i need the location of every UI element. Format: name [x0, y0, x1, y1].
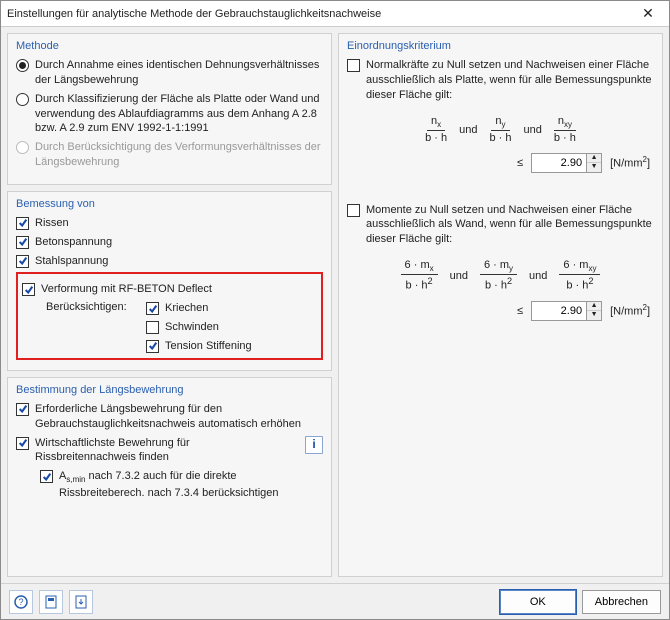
window-title: Einstellungen für analytische Methode de…: [7, 8, 633, 20]
check-rissen[interactable]: [16, 217, 29, 230]
load-defaults-icon[interactable]: [69, 590, 93, 614]
limit-moment-input[interactable]: [532, 302, 586, 320]
check-stahlspannung[interactable]: [16, 255, 29, 268]
label-tension-stiffening: Tension Stiffening: [165, 339, 252, 354]
design-legend: Bemessung von: [16, 198, 323, 210]
longitudinal-group: Bestimmung der Längsbewehrung Erforderli…: [7, 377, 332, 577]
check-economical[interactable]: [16, 437, 29, 450]
footer: ? OK Abbrechen: [1, 583, 669, 619]
label-schwinden: Schwinden: [165, 320, 219, 335]
limit-normal-input[interactable]: [532, 154, 586, 172]
spin-down-icon[interactable]: ▼: [587, 163, 601, 172]
check-tension-stiffening[interactable]: [146, 340, 159, 353]
check-asmin[interactable]: [40, 470, 53, 483]
check-normal-forces[interactable]: [347, 59, 360, 72]
formula-normal: nxb · h und nyb · h und nxyb · h: [347, 115, 654, 145]
consider-label: Berücksichtigen:: [46, 301, 140, 313]
label-deflect: Verformung mit RF-BETON Deflect: [41, 282, 212, 297]
spin-up-icon[interactable]: ▲: [587, 154, 601, 163]
method-radio-1[interactable]: [16, 59, 29, 72]
check-moments[interactable]: [347, 204, 360, 217]
spin-up-icon[interactable]: ▲: [587, 302, 601, 311]
method-label-1: Durch Annahme eines identischen Dehnungs…: [35, 58, 323, 88]
longitudinal-legend: Bestimmung der Längsbewehrung: [16, 384, 323, 396]
settings-dialog: Einstellungen für analytische Methode de…: [0, 0, 670, 620]
check-kriechen[interactable]: [146, 302, 159, 315]
label-stahlspannung: Stahlspannung: [35, 254, 108, 269]
method-label-2: Durch Klassifizierung der Fläche als Pla…: [35, 92, 323, 137]
label-rissen: Rissen: [35, 216, 69, 231]
check-betonspannung[interactable]: [16, 236, 29, 249]
info-icon[interactable]: i: [305, 436, 323, 454]
label-betonspannung: Betonspannung: [35, 235, 112, 250]
help-icon[interactable]: ?: [9, 590, 33, 614]
label-economical: Wirtschaftlichste Bewehrung für Rissbrei…: [35, 436, 293, 466]
label-auto-increase: Erforderliche Längsbewehrung für den Geb…: [35, 402, 323, 432]
check-auto-increase[interactable]: [16, 403, 29, 416]
method-legend: Methode: [16, 40, 323, 52]
close-icon[interactable]: ✕: [633, 4, 663, 24]
label-kriechen: Kriechen: [165, 301, 208, 316]
method-radio-3: [16, 141, 29, 154]
formula-moments: 6 · mxb · h2 und 6 · myb · h2 und 6 · mx…: [347, 259, 654, 293]
design-group: Bemessung von Rissen Betonspannung Stahl…: [7, 191, 332, 371]
unit-2: [N/mm2]: [610, 303, 650, 318]
classification-legend: Einordnungskriterium: [347, 40, 654, 52]
svg-text:?: ?: [18, 597, 23, 607]
save-defaults-icon[interactable]: [39, 590, 63, 614]
check-schwinden[interactable]: [146, 321, 159, 334]
content-area: Methode Durch Annahme eines identischen …: [1, 27, 669, 583]
label-moments: Momente zu Null setzen und Nachweisen ei…: [366, 203, 654, 248]
spin-down-icon[interactable]: ▼: [587, 311, 601, 320]
method-radio-2[interactable]: [16, 93, 29, 106]
ok-button[interactable]: OK: [500, 590, 576, 614]
method-group: Methode Durch Annahme eines identischen …: [7, 33, 332, 185]
label-asmin: As,min nach 7.3.2 auch für die direkte R…: [59, 469, 323, 501]
titlebar: Einstellungen für analytische Methode de…: [1, 1, 669, 27]
unit-1: [N/mm2]: [610, 155, 650, 170]
classification-group: Einordnungskriterium Normalkräfte zu Nul…: [338, 33, 663, 577]
leq-1: ≤: [517, 157, 523, 169]
leq-2: ≤: [517, 305, 523, 317]
deflect-highlight: Verformung mit RF-BETON Deflect Berücksi…: [16, 272, 323, 359]
method-label-3: Durch Berücksichtigung des Verformungs­v…: [35, 140, 323, 170]
label-normal-forces: Normalkräfte zu Null setzen und Nachweis…: [366, 58, 654, 103]
limit-normal-spinner[interactable]: ▲▼: [531, 153, 602, 173]
check-deflect[interactable]: [22, 283, 35, 296]
cancel-button[interactable]: Abbrechen: [582, 590, 661, 614]
limit-moment-spinner[interactable]: ▲▼: [531, 301, 602, 321]
